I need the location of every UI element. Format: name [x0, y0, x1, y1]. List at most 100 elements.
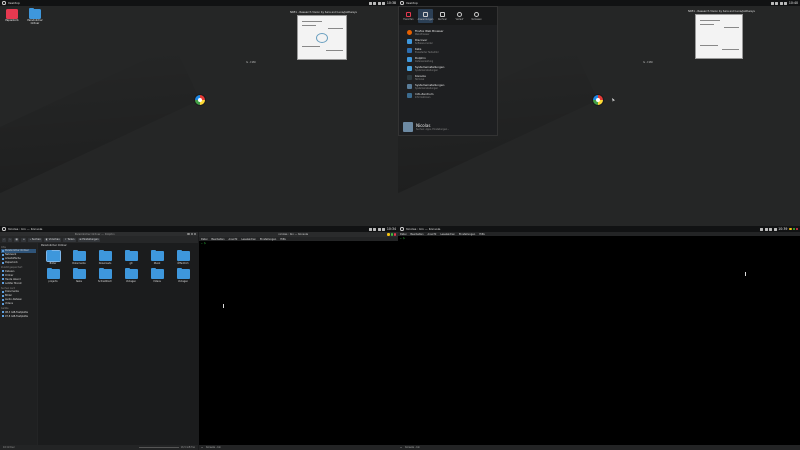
sidebar-item[interactable]: 97,8 GiB-Festplatte: [1, 314, 36, 318]
tab-favorites[interactable]: Favoriten: [401, 9, 416, 23]
share-button[interactable]: ⇪ Teilen: [63, 237, 76, 242]
active-window-title: Desktop: [7, 1, 20, 5]
wallpaper-paper: [297, 15, 347, 60]
battery-icon[interactable]: [382, 227, 386, 231]
preview-button[interactable]: ◧ Vorschau: [44, 237, 62, 242]
settings-button[interactable]: ☰ Einstellungen: [77, 237, 101, 242]
tab-applications[interactable]: Anwendungen: [418, 9, 433, 23]
terminal-output[interactable]: ~ $: [199, 241, 398, 445]
minimize-button[interactable]: [789, 227, 792, 231]
terminal-window: Datei Bearbeiten Ansicht Lesezeichen Ein…: [398, 232, 800, 450]
folder-item[interactable]: Bilder: [40, 249, 66, 265]
close-button[interactable]: [193, 232, 196, 236]
app-launcher-icon[interactable]: [400, 227, 404, 231]
status-bar: ▭ Konsole - bin: [398, 445, 800, 450]
status-text[interactable]: Konsole - bin: [206, 446, 221, 449]
app-launcher-icon[interactable]: [2, 1, 6, 5]
app-launcher-icon[interactable]: [400, 1, 404, 5]
folder-item[interactable]: Vorlagen: [118, 267, 144, 283]
close-button[interactable]: [393, 233, 396, 236]
folder-label: Vorlagen: [125, 280, 137, 283]
folder-icon: [72, 267, 86, 279]
clipboard-icon[interactable]: [775, 1, 779, 5]
folder-icon: [29, 7, 41, 19]
volume-icon[interactable]: [377, 1, 381, 5]
folder-item[interactable]: Downloads: [92, 249, 118, 265]
active-window-title: Nicolas : bin — Konsole: [405, 227, 441, 231]
launcher-search-hint[interactable]: Suchen: Apps, Einstellungen...: [416, 128, 449, 131]
launcher-item[interactable]: Dolphin Dateiverwaltung: [399, 55, 497, 64]
tab-computer[interactable]: Rechner: [435, 9, 450, 23]
audio-icon: [2, 298, 4, 301]
launcher-item[interactable]: Systemeinstellungen Systemeinstellungen: [399, 82, 497, 91]
menu-icon: ☰: [79, 238, 82, 241]
folder-item[interactable]: projects: [40, 267, 66, 283]
terminal-output[interactable]: ~ $: [398, 236, 800, 445]
folder-item[interactable]: Dokumente: [66, 249, 92, 265]
clock[interactable]: 10:40: [789, 1, 798, 5]
folder-item[interactable]: Schreibtisch: [92, 267, 118, 283]
launcher-item[interactable]: Systemeinstellungen Systemeinstellungen: [399, 64, 497, 73]
clock[interactable]: 10:39: [778, 227, 787, 231]
launcher-item[interactable]: Kate Erweiterter Texteditor: [399, 46, 497, 55]
volume-icon[interactable]: [779, 1, 783, 5]
status-text[interactable]: Konsole - bin: [405, 446, 420, 449]
desktop-icon-home[interactable]: Persönlicher Ordner: [26, 7, 44, 26]
file-grid: Bilder Dokumente Downloads git Musik Öff…: [38, 248, 198, 286]
sidebar-item[interactable]: Papierkorb: [1, 261, 36, 265]
sidebar-item-label: Bilder: [5, 294, 12, 297]
close-button[interactable]: [795, 227, 798, 231]
clock[interactable]: 10:38: [387, 1, 396, 5]
folder-label: Öffentlich: [177, 262, 189, 265]
network-icon[interactable]: [368, 1, 372, 5]
folder-item[interactable]: tasks: [66, 267, 92, 283]
window-controls: [387, 233, 396, 236]
network-icon[interactable]: [770, 1, 774, 5]
volume-icon[interactable]: [769, 227, 773, 231]
zoom-slider[interactable]: 16,5 GiB frei: [138, 446, 195, 449]
back-button[interactable]: ‹: [2, 237, 6, 242]
launcher-item[interactable]: Firefox Web Browser Web-Browser: [399, 28, 497, 37]
app-desc: Erweiterter Texteditor: [415, 51, 439, 54]
minimize-button[interactable]: [387, 233, 390, 236]
launcher-item[interactable]: Konsole Terminal: [399, 73, 497, 82]
sidebar-item[interactable]: Videos: [1, 302, 36, 306]
tab-history[interactable]: Verlauf: [452, 9, 467, 23]
launcher-item[interactable]: Info-Zentrum Informationen: [399, 91, 497, 100]
folder-item[interactable]: Öffentlich: [170, 249, 196, 265]
wallpaper-small-label: ts - 1980: [643, 61, 653, 64]
clipboard-icon[interactable]: [764, 227, 768, 231]
battery-icon[interactable]: [382, 1, 386, 5]
launcher-tabs: Favoriten Anwendungen Rechner Verlauf Ve…: [399, 7, 497, 25]
folder-label: Downloads: [98, 262, 112, 265]
tab-leave[interactable]: Verlassen: [469, 9, 484, 23]
folder-item[interactable]: Musik: [144, 249, 170, 265]
maximize-button[interactable]: [190, 232, 193, 236]
forward-button[interactable]: ›: [7, 237, 12, 242]
battery-icon[interactable]: [784, 1, 788, 5]
folder-item[interactable]: git: [118, 249, 144, 265]
application-launcher: Favoriten Anwendungen Rechner Verlauf Ve…: [398, 6, 498, 136]
desktop-icon-trash[interactable]: Papierkorb: [3, 9, 21, 23]
folder-item[interactable]: Vorlagen: [170, 267, 196, 283]
volume-icon[interactable]: [377, 227, 381, 231]
folder-icon: [124, 267, 138, 279]
clipboard-icon[interactable]: [373, 1, 377, 5]
minimize-button[interactable]: [187, 232, 190, 236]
maximize-button[interactable]: [390, 233, 393, 236]
network-icon[interactable]: [760, 227, 764, 231]
file-manager-window: Persönlicher Ordner — Dolphin ‹ › ▦ ≡ ⌕ S…: [0, 232, 198, 450]
view-icons-button[interactable]: ▦: [13, 237, 20, 242]
launcher-item[interactable]: Discover Software-Center: [399, 37, 497, 46]
battery-icon[interactable]: [773, 227, 777, 231]
maximize-button[interactable]: [792, 227, 795, 231]
search-button[interactable]: ⌕ Suchen: [28, 237, 43, 242]
sidebar-item[interactable]: Letzter Monat: [1, 281, 36, 285]
desktop-icon-label: Persönlicher Ordner: [27, 19, 43, 25]
view-list-button[interactable]: ≡: [21, 237, 27, 242]
folder-item[interactable]: Videos: [144, 267, 170, 283]
clock[interactable]: 10:34: [387, 227, 396, 231]
app-launcher-icon[interactable]: [2, 227, 6, 231]
network-icon[interactable]: [368, 227, 372, 231]
clipboard-icon[interactable]: [373, 227, 377, 231]
